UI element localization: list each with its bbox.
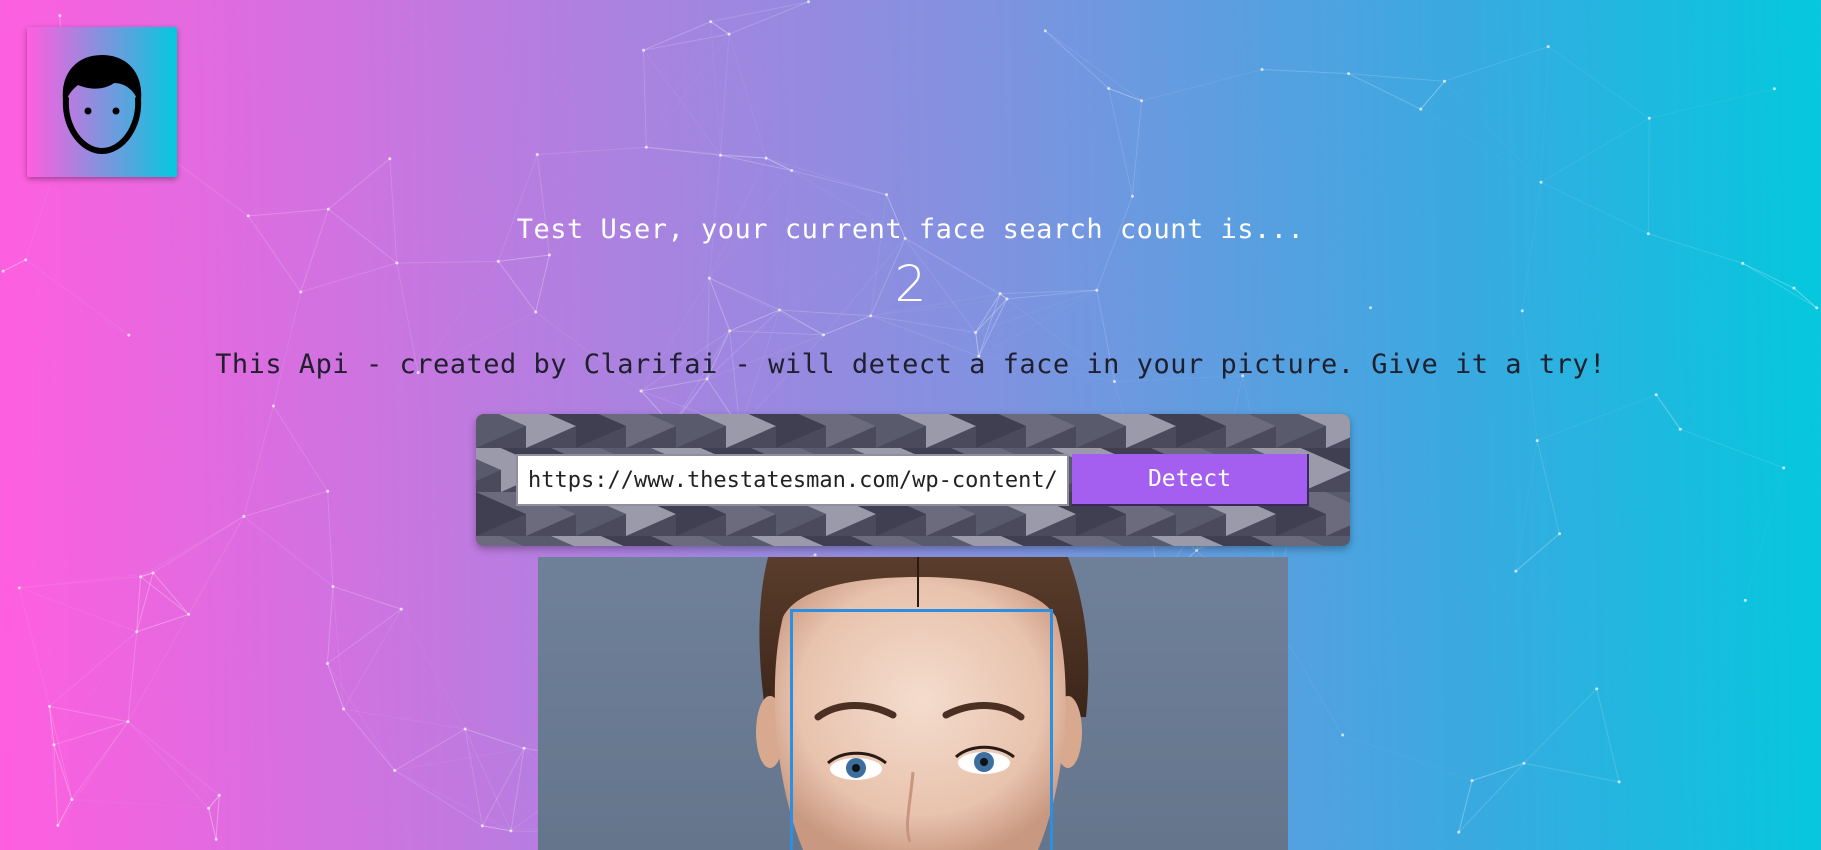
face-icon <box>62 55 142 155</box>
detect-button[interactable]: Detect <box>1072 454 1309 506</box>
face-search-count: 2 <box>894 255 927 313</box>
face-bounding-box <box>790 609 1053 850</box>
image-url-input[interactable] <box>516 454 1069 506</box>
face-search-count-message: Test User, your current face search coun… <box>516 214 1305 245</box>
logo[interactable] <box>27 27 177 177</box>
intro-text: This Api - created by Clarifai - will de… <box>215 349 1606 380</box>
image-link-form: Detect <box>476 414 1350 546</box>
